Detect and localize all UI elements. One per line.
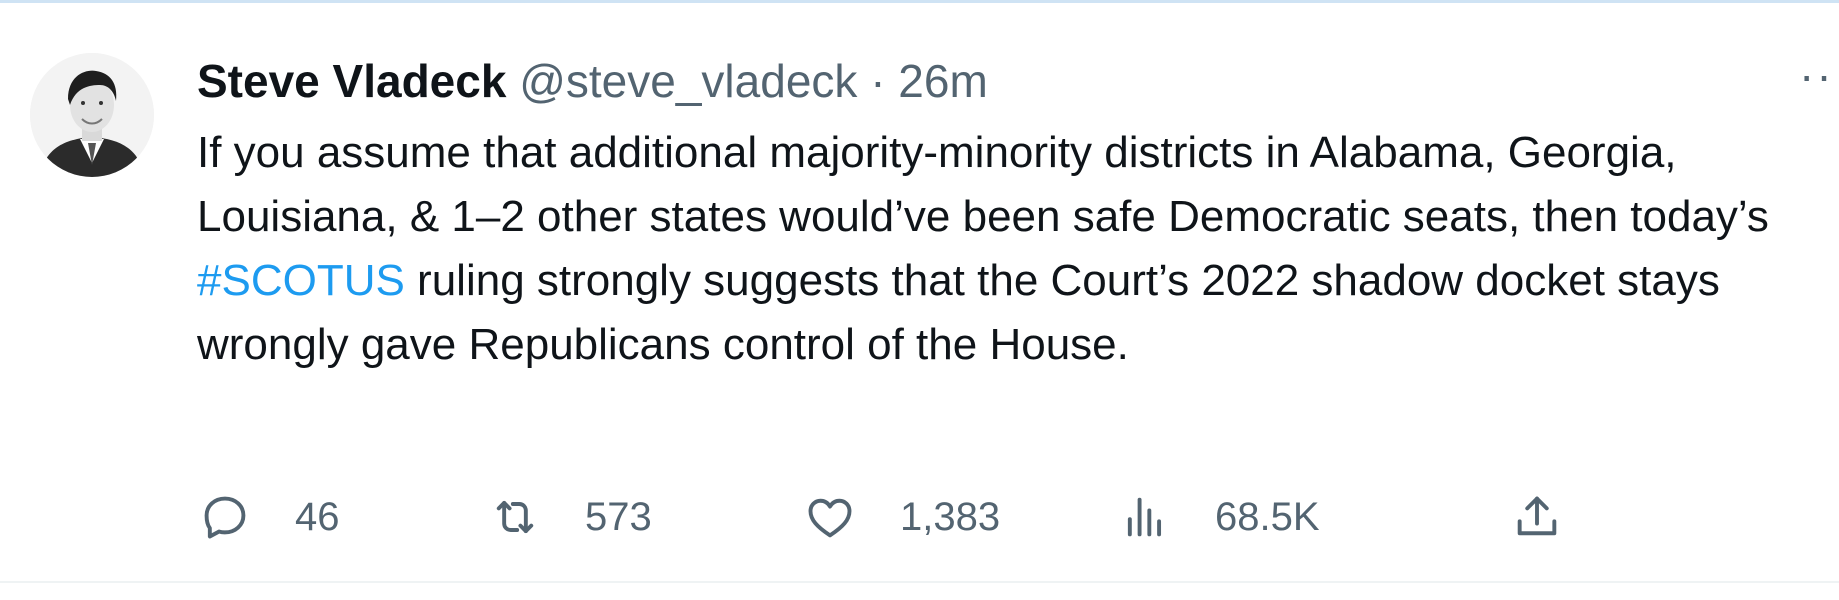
share-icon — [1509, 489, 1565, 545]
views-count: 68.5K — [1215, 494, 1320, 539]
like-count: 1,383 — [900, 494, 1001, 539]
timestamp[interactable]: 26m — [898, 55, 987, 107]
tweet-header: Steve Vladeck @steve_vladeck · 26m — [197, 51, 988, 111]
like-button[interactable]: 1,383 — [802, 489, 1000, 545]
tweet-text-before: If you assume that additional majority-m… — [197, 128, 1769, 241]
share-button[interactable] — [1509, 489, 1607, 545]
action-bar: 46 573 1,383 68.5K — [197, 489, 1597, 545]
reply-icon — [197, 489, 253, 545]
author-name[interactable]: Steve Vladeck — [197, 55, 506, 107]
heart-icon — [802, 489, 858, 545]
avatar[interactable] — [30, 53, 154, 177]
retweet-button[interactable]: 573 — [487, 489, 652, 545]
retweet-count: 573 — [585, 494, 652, 539]
author-handle[interactable]: @steve_vladeck — [519, 55, 857, 107]
hashtag-link[interactable]: #SCOTUS — [197, 256, 405, 305]
views-button[interactable]: 68.5K — [1117, 489, 1320, 545]
reply-count: 46 — [295, 494, 340, 539]
tweet[interactable]: Steve Vladeck @steve_vladeck · 26m ··· I… — [0, 3, 1839, 583]
tweet-text: If you assume that additional majority-m… — [197, 121, 1797, 377]
more-icon[interactable]: ··· — [1799, 55, 1839, 105]
reply-button[interactable]: 46 — [197, 489, 340, 545]
tweet-text-after: ruling strongly suggests that the Court’… — [197, 256, 1720, 369]
separator-dot: · — [870, 55, 886, 107]
retweet-icon — [487, 489, 543, 545]
views-icon — [1117, 489, 1173, 545]
